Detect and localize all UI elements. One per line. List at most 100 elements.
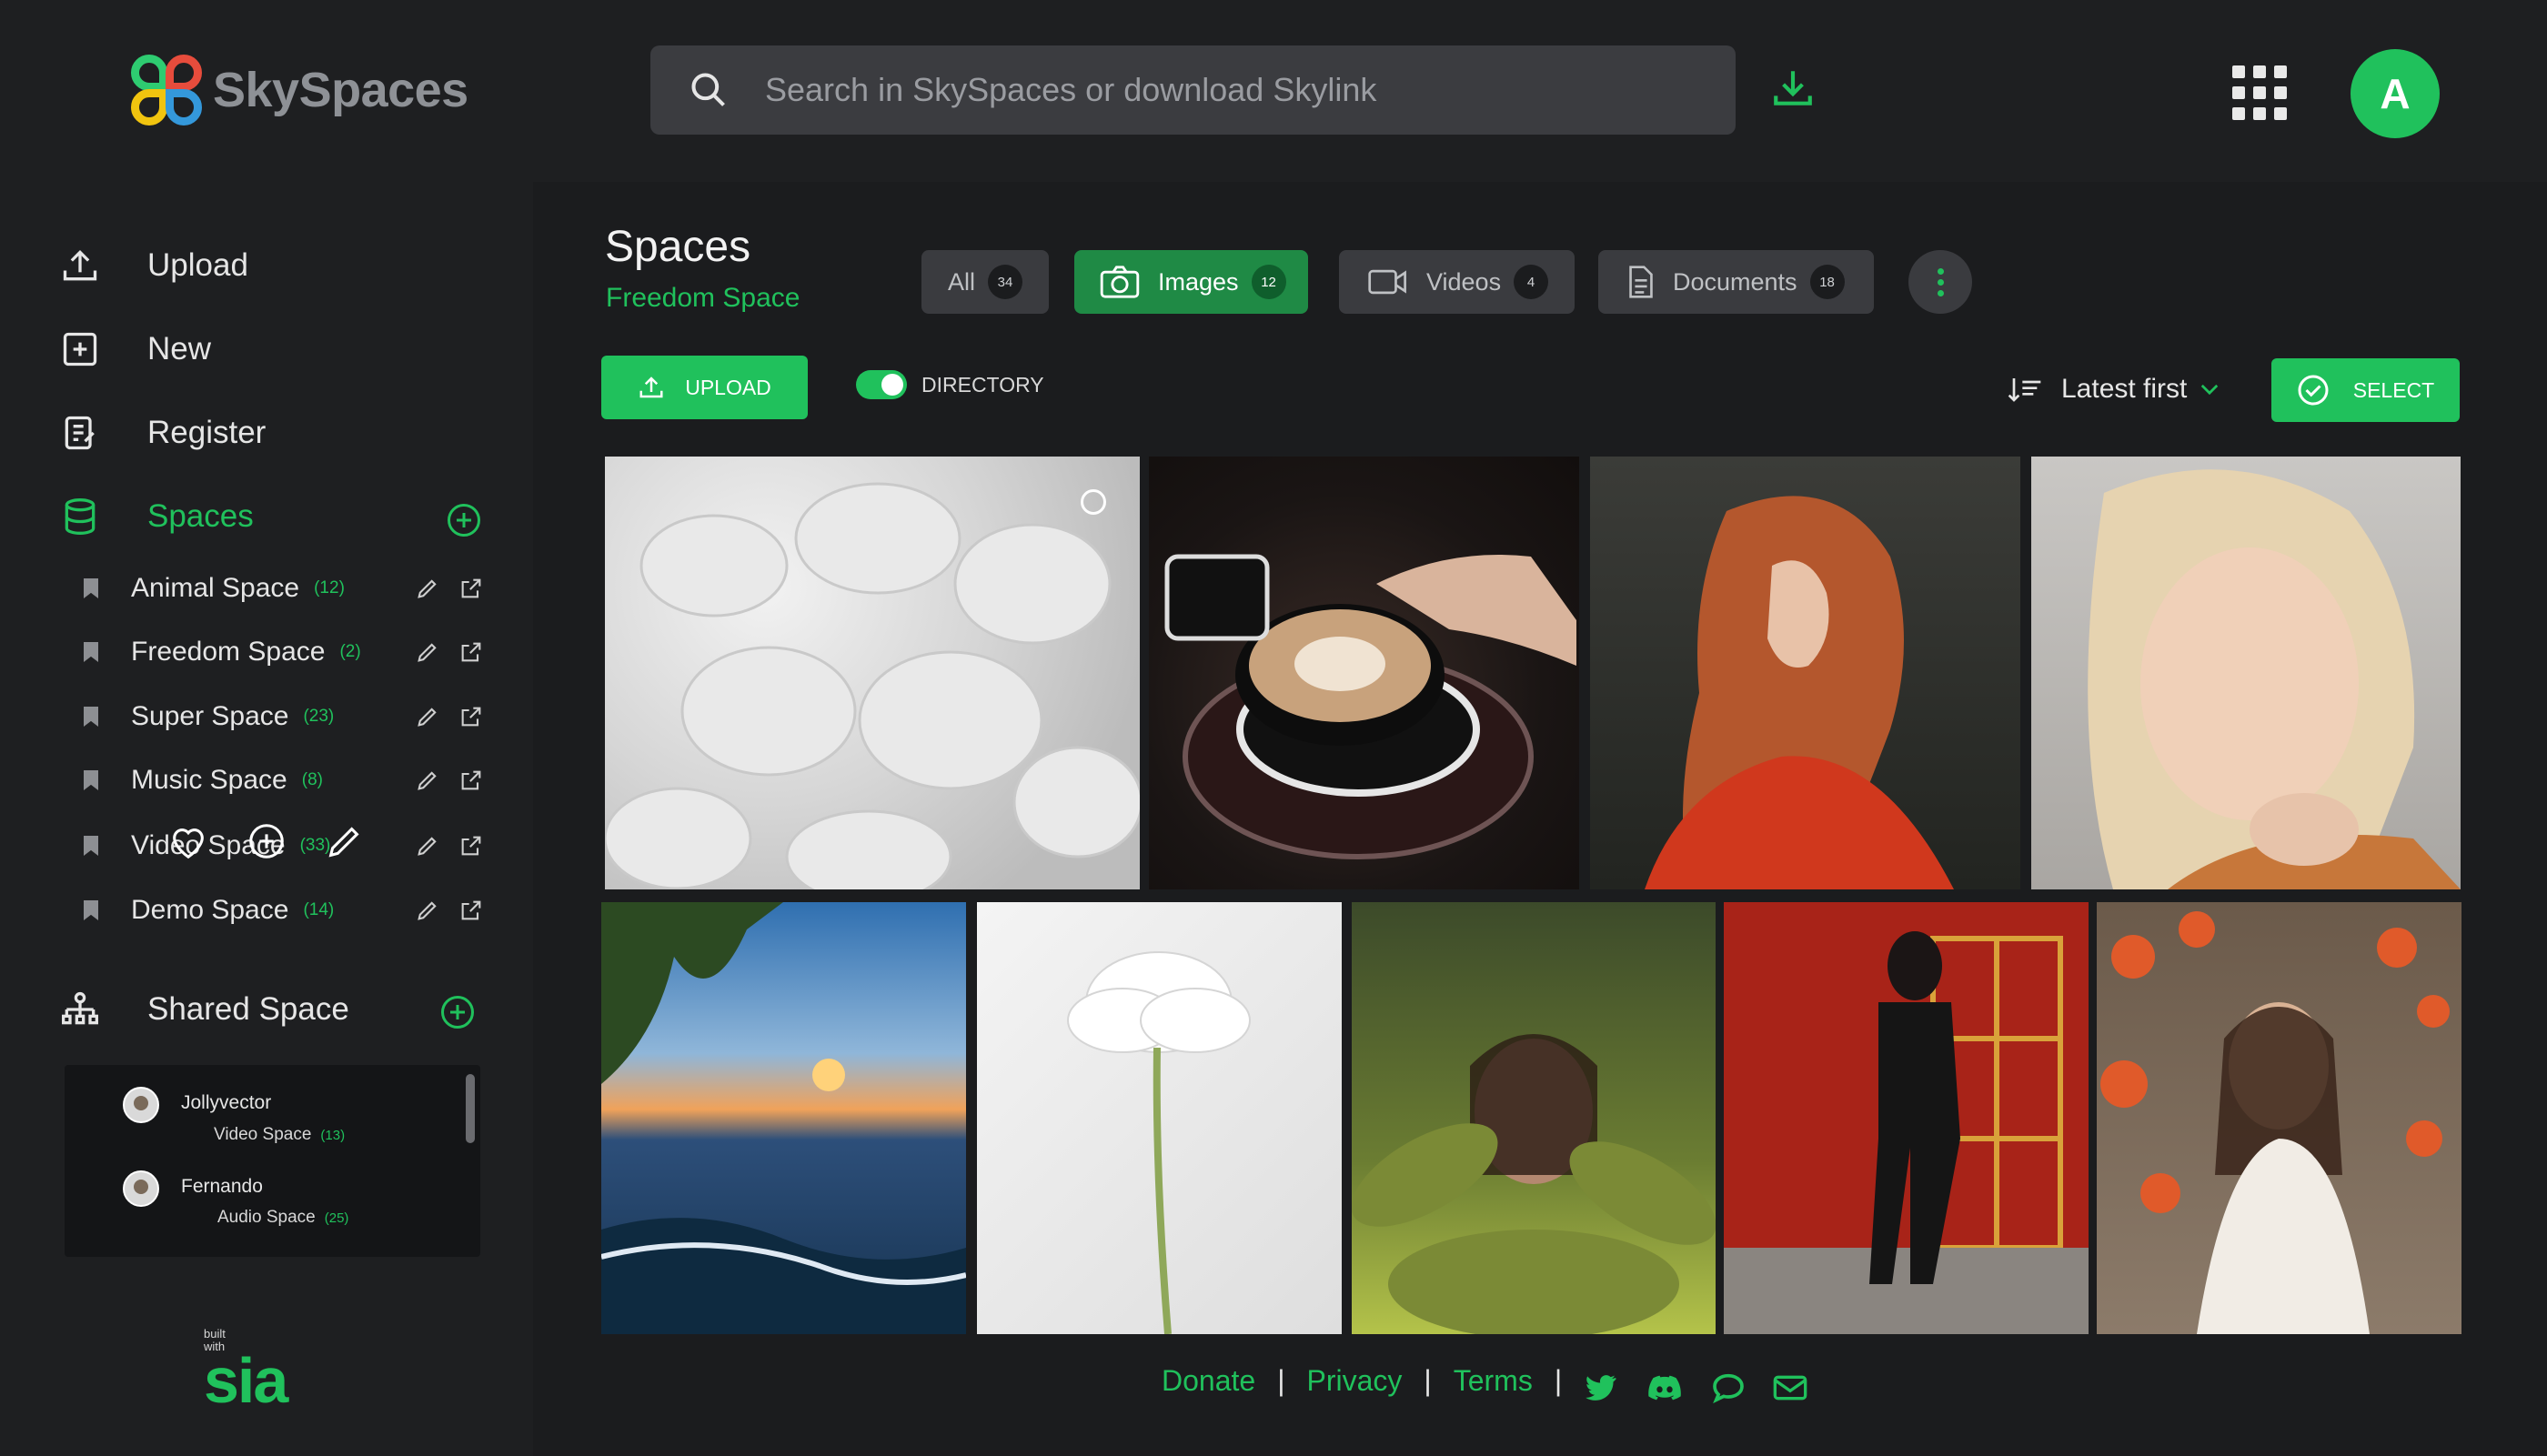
upload-button[interactable]: UPLOAD [601,356,808,419]
space-count: (23) [303,707,335,726]
add-circle-icon[interactable] [246,820,287,862]
space-name: Freedom Space [131,637,326,667]
terms-link[interactable]: Terms [1454,1364,1533,1398]
built-with-sia-logo[interactable]: built with sia [204,1328,288,1416]
sidebar: Upload New Register Spaces Animal Space … [0,182,533,1456]
tab-count-badge: 18 [1809,265,1845,299]
space-item[interactable]: Freedom Space (2) [84,629,484,675]
tab-images[interactable]: Images 12 [1074,250,1308,314]
bookmark-icon [84,707,98,727]
space-item[interactable]: Animal Space (12) [84,566,484,611]
sidebar-item-label: New [147,331,212,367]
directory-label: DIRECTORY [921,373,1044,397]
space-name: Demo Space [131,895,289,925]
divider: | [1277,1364,1285,1397]
sunset-image [601,902,966,1334]
footer-links: Donate | Privacy | Terms | [1162,1364,1584,1398]
tab-label: Videos [1426,267,1502,296]
red-haired-woman-image [1645,496,1954,889]
page-title: Spaces [605,223,751,271]
sort-dropdown[interactable]: Latest first [2007,374,2220,405]
email-icon[interactable] [1770,1370,1810,1406]
image-tile[interactable] [2097,902,2461,1334]
space-item[interactable]: Demo Space (14) [84,888,484,933]
share-icon[interactable] [458,576,484,601]
bookmark-icon [84,836,98,856]
search-input[interactable]: Search in SkySpaces or download Skylink [765,71,1376,109]
share-icon[interactable] [458,639,484,665]
tab-videos[interactable]: Videos 4 [1339,250,1575,314]
select-button-label: SELECT [2352,377,2435,402]
edit-icon[interactable] [415,833,440,859]
blonde-woman-image [2088,469,2461,889]
image-tile[interactable] [1724,902,2089,1334]
share-icon[interactable] [458,898,484,923]
shared-space-sub[interactable]: Video Space (13) [214,1125,345,1145]
user-avatar[interactable]: A [2351,49,2440,138]
shared-space-name: Video Space [214,1125,312,1144]
bookmark-icon [84,770,98,790]
image-tile[interactable] [1352,902,1716,1334]
image-tile[interactable] [1149,457,1579,889]
bookmark-icon [84,578,98,598]
share-icon[interactable] [458,768,484,793]
woman-in-plants-image [1352,1034,1716,1334]
download-icon[interactable] [1770,64,1816,113]
edit-icon[interactable] [415,768,440,793]
chat-icon[interactable] [1710,1370,1747,1406]
sort-label: Latest first [2061,374,2188,404]
camera-icon [1100,266,1140,298]
select-button[interactable]: SELECT [2271,358,2460,422]
sidebar-item-register[interactable]: Register [60,413,266,453]
directory-toggle[interactable] [856,370,907,399]
edit-icon[interactable] [415,704,440,729]
shared-space-list[interactable]: Jollyvector Video Space (13) Fernando Aud… [65,1065,480,1257]
sidebar-item-spaces[interactable]: Spaces [60,497,254,537]
image-tile[interactable] [601,902,966,1334]
twitter-icon[interactable] [1582,1370,1618,1406]
shared-user-name: Jollyvector [181,1092,272,1113]
tab-label: Images [1158,267,1239,296]
chevron-down-icon [2201,384,2219,396]
share-icon[interactable] [458,833,484,859]
tab-count-badge: 12 [1251,265,1286,299]
sidebar-item-upload[interactable]: Upload [60,246,248,286]
image-tile[interactable] [2031,457,2461,889]
select-circle-icon[interactable] [1081,489,1106,515]
privacy-link[interactable]: Privacy [1307,1364,1403,1398]
space-item[interactable]: Music Space (8) [84,758,484,803]
edit-icon[interactable] [415,576,440,601]
sidebar-item-new[interactable]: New [60,329,211,369]
tab-all[interactable]: All 34 [921,250,1049,314]
tab-count-badge: 34 [988,265,1023,299]
space-item[interactable]: Super Space (23) [84,694,484,739]
add-shared-space-icon[interactable] [441,996,474,1029]
more-options-button[interactable] [1908,250,1972,314]
shared-user-item[interactable]: Fernando [123,1170,263,1207]
heart-icon[interactable] [167,820,209,862]
sidebar-item-label: Upload [147,247,248,283]
sia-logo-text: sia [204,1345,288,1416]
shared-space-sub[interactable]: Audio Space (25) [217,1208,348,1228]
tab-documents[interactable]: Documents 18 [1598,250,1874,314]
avatar [123,1170,159,1207]
donate-link[interactable]: Donate [1162,1364,1255,1398]
search-bar[interactable]: Search in SkySpaces or download Skylink [650,45,1736,135]
scrollbar[interactable] [466,1074,475,1143]
apps-grid-icon[interactable] [2232,65,2287,120]
app-name: SkySpaces [213,63,468,117]
image-tile[interactable] [1590,457,2020,889]
shared-user-item[interactable]: Jollyvector [123,1087,271,1123]
sidebar-item-shared-space[interactable]: Shared Space [60,989,349,1029]
image-tile[interactable] [605,457,1140,889]
hierarchy-icon [62,991,98,1025]
add-space-icon[interactable] [448,504,480,537]
register-icon [65,416,95,450]
edit-icon[interactable] [415,898,440,923]
edit-icon[interactable] [324,820,366,862]
share-icon[interactable] [458,704,484,729]
edit-icon[interactable] [415,639,440,665]
image-tile[interactable] [977,902,1342,1334]
app-logo[interactable]: SkySpaces [131,55,468,126]
discord-icon[interactable] [1646,1370,1683,1406]
